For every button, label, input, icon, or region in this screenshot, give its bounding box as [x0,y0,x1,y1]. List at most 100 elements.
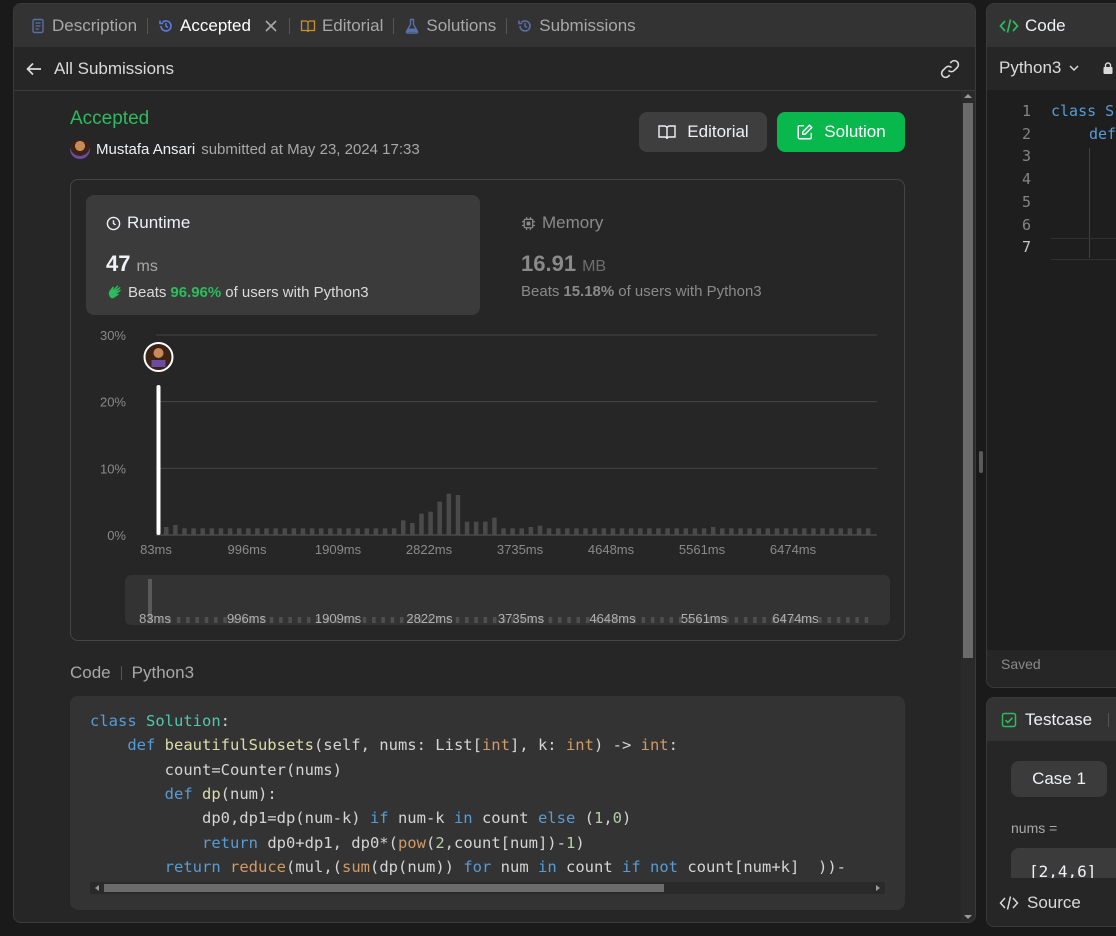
testcase-panel: Testcase Case 1 nums = [2,4,6] Source [986,697,1116,927]
chart-bar [328,528,333,535]
chart-bar [792,528,798,535]
memory-card[interactable]: Memory 16.91 MB Beats 15.18% of users wi… [501,195,895,315]
scrollbar-thumb[interactable] [963,103,973,658]
code-line: return dp0+dp1, dp0*(pow(2,count[num])-1… [90,834,585,852]
avatar[interactable] [70,139,90,159]
code-token: if [622,857,641,876]
tab-editorial[interactable]: Editorial [300,16,383,36]
chart-bar [619,528,625,535]
mini-bar [195,617,199,623]
username-link[interactable]: Mustafa Ansari [96,141,195,158]
mini-bar [455,617,460,623]
save-status: Saved [1001,656,1041,672]
avatar-face [153,348,164,358]
mini-bar [650,617,655,623]
chart-bar [209,528,215,535]
chart-bar [729,528,734,535]
editorial-button[interactable]: Editorial [639,112,767,152]
chart-bar [473,521,479,535]
runtime-title-label: Runtime [127,213,191,232]
x-tick-label: 6474ms [770,542,817,557]
code-token: ( [575,809,594,828]
chart-bar [628,528,634,535]
mini-bar [279,617,283,623]
scrollbar-thumb[interactable] [104,884,664,892]
mini-tick-label: 83ms [139,611,171,625]
mini-bar [836,617,841,623]
code-token: in [453,809,473,828]
mini-bar [176,617,181,623]
code-token: 0 [612,809,622,828]
chart-bar [865,528,871,535]
code-section-header: Code Python3 [70,663,194,683]
code-section-label: Code [70,663,111,682]
close-icon[interactable] [263,18,279,34]
submitted-code-block[interactable]: class Solution: def beautifulSubsets(sel… [70,696,905,910]
chart-bar [546,528,552,535]
tab-description[interactable]: Description [30,16,137,36]
mini-bar [297,617,302,623]
tab-accepted[interactable]: Accepted [158,16,279,36]
tab-solutions[interactable]: Solutions [404,16,496,36]
scroll-left-icon[interactable] [92,882,102,894]
chart-bar [446,493,452,535]
submission-status: Accepted [70,108,150,129]
testcase-title[interactable]: Testcase [1025,710,1092,730]
language-select[interactable]: Python3 [999,58,1115,78]
code-token: if [369,809,389,828]
chart-bar [173,525,178,535]
x-tick-label: 3735ms [497,542,544,557]
solution-button[interactable]: Solution [777,112,905,152]
scroll-right-icon[interactable] [873,882,883,894]
case-1-tab[interactable]: Case 1 [1011,761,1107,797]
code-token: 1 [593,809,604,828]
link-icon[interactable] [939,58,961,80]
runtime-beats: Beats 96.96% of users with Python3 [106,283,369,301]
panel-resize-handle[interactable] [979,451,983,473]
chart-bar [592,528,597,535]
scroll-down-icon[interactable] [961,912,975,922]
source-toggle[interactable]: Source [987,878,1116,926]
vertical-scrollbar[interactable] [961,91,975,922]
line-number: 7 [1021,238,1031,257]
submission-panel: Description Accepted Editorial Solutions… [13,3,976,923]
horizontal-scrollbar[interactable] [90,882,885,894]
range-navigator-chart[interactable]: 83ms 996ms 1909ms 2822ms 3735ms 4648ms 5561ms 6… [125,575,890,625]
arrow-left-icon[interactable] [24,59,44,79]
user-avatar-marker [143,342,174,372]
chart-range-navigator[interactable]: 83ms 996ms 1909ms 2822ms 3735ms 4648ms 5561ms 6… [125,575,890,625]
chart-bar [300,528,306,535]
runtime-card[interactable]: Runtime 47 ms Beats 96.96% of users with… [86,195,480,315]
x-tick-label: 5561ms [679,542,726,557]
tab-submissions[interactable]: Submissions [517,16,636,36]
mini-tick-label: 6474ms [772,611,819,625]
mini-bar [362,617,367,623]
runtime-beats-suffix: of users with Python3 [225,283,369,301]
all-submissions-link[interactable]: All Submissions [54,59,174,79]
chart-bar [391,528,397,535]
runtime-distribution-chart[interactable]: 30% 20% 10% 0% 83ms 996ms 1909ms 2822ms 3735ms 46… [71,320,904,560]
code-token: count [472,809,538,828]
mini-bar [288,617,292,623]
code-line: return reduce(mul,(sum(dp(num)) for num … [90,858,846,876]
memory-beats-prefix: Beats [521,283,560,300]
code-token: : [668,736,678,755]
runtime-value: 47 ms [106,251,158,277]
back-to-submissions[interactable]: All Submissions [14,47,975,91]
chart-bar [337,528,342,535]
chart-bar [264,528,269,535]
code-token: not [650,857,679,876]
chart-bar [282,528,287,535]
code-editor[interactable]: 1 2 3 4 5 6 7 class S def [987,90,1116,650]
mini-bar [864,617,869,623]
code-token: 2 [435,833,445,852]
mini-bar [399,617,404,623]
mini-bar [186,617,190,623]
memory-beats-pct: 15.18% [563,283,615,300]
tab-divider [288,17,290,34]
scroll-up-icon[interactable] [961,91,975,101]
code-token: count[num+k] ))- [678,857,846,876]
chart-bar [601,528,607,535]
